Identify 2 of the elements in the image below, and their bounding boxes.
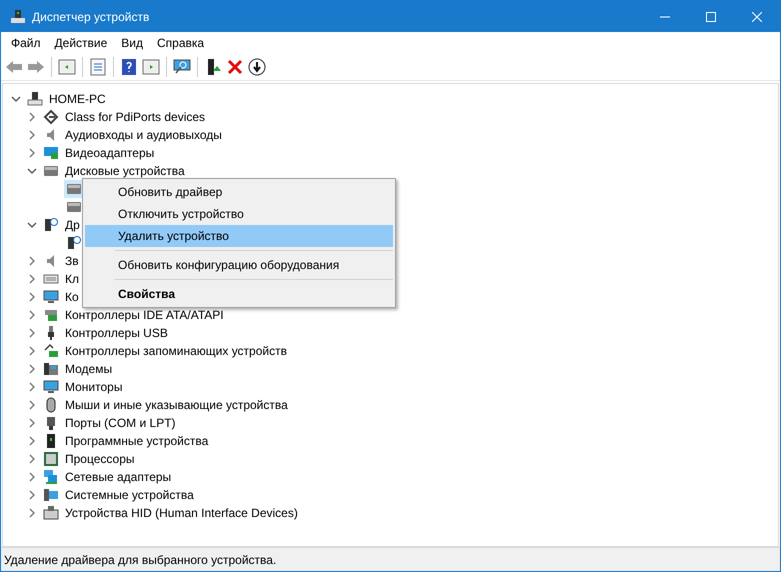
status-text: Удаление драйвера для выбранного устройства. bbox=[4, 552, 276, 568]
window-title: Диспетчер устройств bbox=[32, 8, 150, 26]
